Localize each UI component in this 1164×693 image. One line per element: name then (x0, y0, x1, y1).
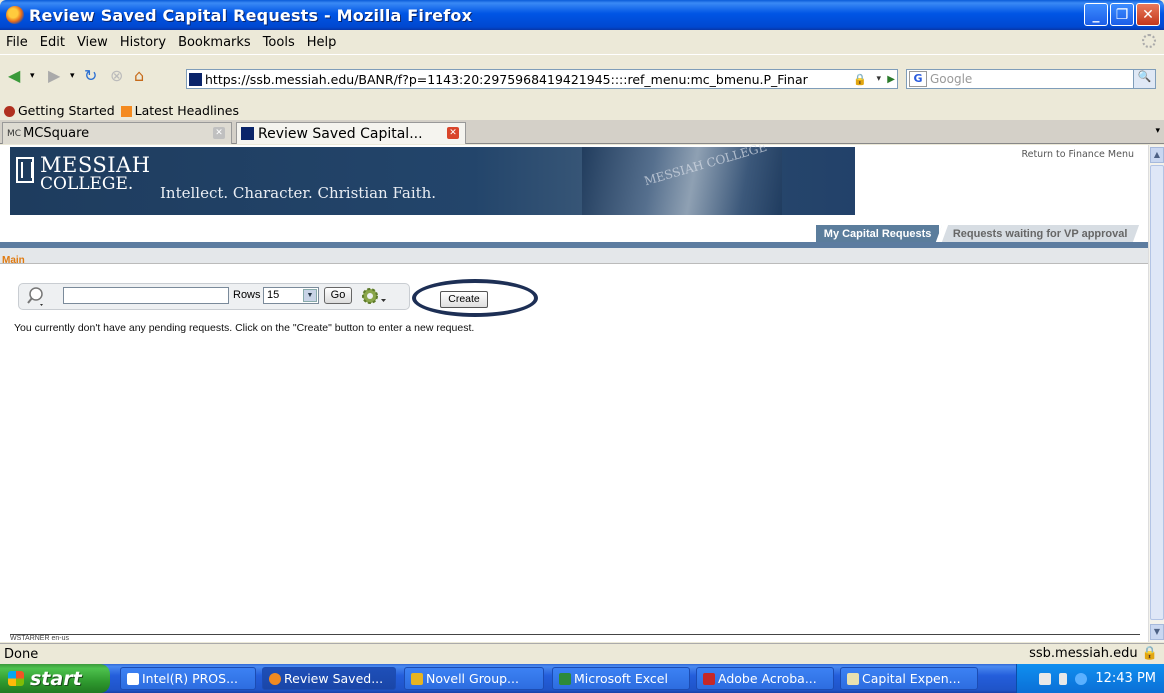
college-tagline: Intellect. Character. Christian Faith. (160, 184, 437, 202)
firefox-icon (6, 6, 24, 24)
excel-icon (559, 672, 571, 685)
search-magnifier-icon[interactable] (27, 286, 47, 306)
tab-my-capital-requests[interactable]: My Capital Requests (815, 225, 940, 242)
status-host: ssb.messiah.edu 🔒 (1029, 646, 1158, 661)
go-arrow-icon[interactable]: ▶ (887, 74, 895, 85)
rows-select[interactable]: 15 ▼ (263, 287, 319, 304)
back-arrow-icon[interactable]: ◀ (8, 66, 20, 85)
footer-divider (10, 634, 1140, 635)
taskbar-item-novell[interactable]: Novell Group... (404, 667, 544, 690)
back-dropdown-icon[interactable]: ▾ (30, 71, 35, 81)
forward-dropdown-icon[interactable]: ▾ (70, 71, 75, 81)
gear-icon[interactable] (359, 285, 389, 307)
taskbar-item-excel[interactable]: Microsoft Excel (552, 667, 690, 690)
search-placeholder: Google (930, 72, 973, 86)
app-tabs: My Capital Requests Requests waiting for… (815, 225, 1140, 242)
bookmark-getting-started[interactable]: Getting Started (4, 103, 115, 118)
windows-taskbar: start Intel(R) PROS... Review Saved... N… (0, 664, 1164, 693)
tab-requests-waiting-vp[interactable]: Requests waiting for VP approval (936, 225, 1140, 242)
page-viewport: MESSIAH COLLEGE MESSIAH COLLEGE. Intelle… (0, 145, 1148, 642)
scrollbar-thumb[interactable] (1150, 165, 1164, 620)
tab-close-icon[interactable]: ✕ (447, 127, 459, 139)
tab-mcsquare[interactable]: MC MCSquare ✕ (2, 122, 232, 144)
start-button[interactable]: start (0, 664, 110, 693)
college-seal-icon (16, 157, 34, 183)
highlight-circle-annotation (412, 279, 538, 317)
home-icon[interactable]: ⌂ (134, 66, 144, 85)
footer-user-info: WSTARNER en-us (10, 635, 69, 642)
chevron-down-icon: ▼ (303, 289, 317, 302)
tray-network-icon[interactable] (1059, 672, 1068, 685)
status-bar: Done ssb.messiah.edu 🔒 (0, 643, 1164, 664)
tab-close-icon[interactable]: ✕ (213, 127, 225, 139)
site-favicon-icon (189, 72, 202, 86)
vertical-scrollbar[interactable]: ▲ ▼ (1148, 145, 1164, 642)
menu-bookmarks[interactable]: Bookmarks (172, 35, 257, 50)
tab-list-dropdown-icon[interactable]: ▾ (1155, 126, 1160, 136)
logo-line2: COLLEGE. (40, 174, 134, 194)
breadcrumb-main[interactable]: Main (2, 255, 25, 266)
taskbar-item-acrobat[interactable]: Adobe Acroba... (696, 667, 834, 690)
rows-label: Rows (233, 289, 261, 301)
system-tray: 12:43 PM (1016, 664, 1164, 693)
bookmarks-toolbar: Getting Started Latest Headlines (0, 100, 1164, 120)
menu-view[interactable]: View (71, 35, 114, 50)
url-bar[interactable]: https://ssb.messiah.edu/BANR/f?p=1143:20… (186, 69, 898, 89)
mc-favicon-icon: MC (7, 128, 22, 139)
rss-icon (120, 105, 132, 117)
firefox-bookmark-icon (4, 105, 15, 117)
firefox-icon (269, 672, 281, 685)
return-to-finance-menu-link[interactable]: Return to Finance Menu (1021, 149, 1134, 160)
acrobat-icon (703, 672, 715, 685)
scroll-up-arrow-icon[interactable]: ▲ (1150, 147, 1164, 163)
tray-app-icon[interactable] (1039, 672, 1052, 685)
college-banner: MESSIAH COLLEGE MESSIAH COLLEGE. Intelle… (10, 145, 855, 215)
menu-edit[interactable]: Edit (34, 35, 71, 50)
throbber-icon (1142, 34, 1156, 48)
search-icon[interactable]: 🔍 (1133, 70, 1155, 88)
groupwise-icon (411, 672, 423, 685)
minimize-button[interactable]: _ (1084, 3, 1108, 26)
tab-review-saved-capital[interactable]: Review Saved Capital... ✕ (236, 122, 466, 144)
status-text: Done (4, 646, 39, 662)
taskbar-item-capital-expen[interactable]: Capital Expen... (840, 667, 978, 690)
document-icon (847, 672, 859, 685)
menu-file[interactable]: File (0, 35, 34, 50)
maximize-button[interactable]: ❐ (1110, 3, 1134, 26)
go-button[interactable]: Go (324, 287, 352, 304)
lock-icon: 🔒 (1141, 646, 1158, 661)
stop-icon[interactable]: ⊗ (110, 66, 123, 85)
tray-volume-icon[interactable] (1075, 672, 1088, 685)
breadcrumb-bar: Main (0, 248, 1148, 266)
search-bar[interactable]: G Google 🔍 (906, 69, 1156, 89)
navigation-toolbar: ◀ ▾ ▶ ▾ ↻ ⊗ ⌂ https://ssb.messiah.edu/BA… (0, 54, 1164, 100)
no-requests-message: You currently don't have any pending req… (14, 322, 475, 334)
taskbar-clock: 12:43 PM (1095, 671, 1156, 686)
menu-help[interactable]: Help (301, 35, 343, 50)
taskbar-item-intel[interactable]: Intel(R) PROS... (120, 667, 256, 690)
menu-history[interactable]: History (114, 35, 172, 50)
google-engine-icon[interactable]: G (909, 71, 927, 87)
menu-tools[interactable]: Tools (257, 35, 301, 50)
network-icon (127, 672, 139, 685)
windows-logo-icon (8, 671, 24, 686)
forward-arrow-icon[interactable]: ▶ (48, 66, 60, 85)
scroll-down-arrow-icon[interactable]: ▼ (1150, 624, 1164, 640)
url-text: https://ssb.messiah.edu/BANR/f?p=1143:20… (205, 71, 808, 87)
close-button[interactable]: ✕ (1136, 3, 1160, 26)
tab-bar: MC MCSquare ✕ Review Saved Capital... ✕ … (0, 120, 1164, 144)
rows-select-value: 15 (267, 289, 280, 301)
url-dropdown-icon[interactable]: ▾ (876, 74, 881, 84)
bookmark-latest-headlines[interactable]: Latest Headlines (120, 103, 239, 118)
reload-icon[interactable]: ↻ (84, 66, 97, 85)
search-input[interactable] (63, 287, 229, 304)
window-title: Review Saved Capital Requests - Mozilla … (29, 5, 473, 25)
site-favicon-icon (241, 127, 254, 140)
window-titlebar[interactable]: Review Saved Capital Requests - Mozilla … (0, 0, 1164, 30)
menu-bar: File Edit View History Bookmarks Tools H… (0, 30, 1164, 54)
search-region: Rows 15 ▼ Go (18, 283, 410, 310)
logo-line1: MESSIAH (40, 153, 151, 177)
lock-icon: 🔒 (853, 72, 867, 86)
taskbar-item-review-saved[interactable]: Review Saved... (262, 667, 396, 690)
